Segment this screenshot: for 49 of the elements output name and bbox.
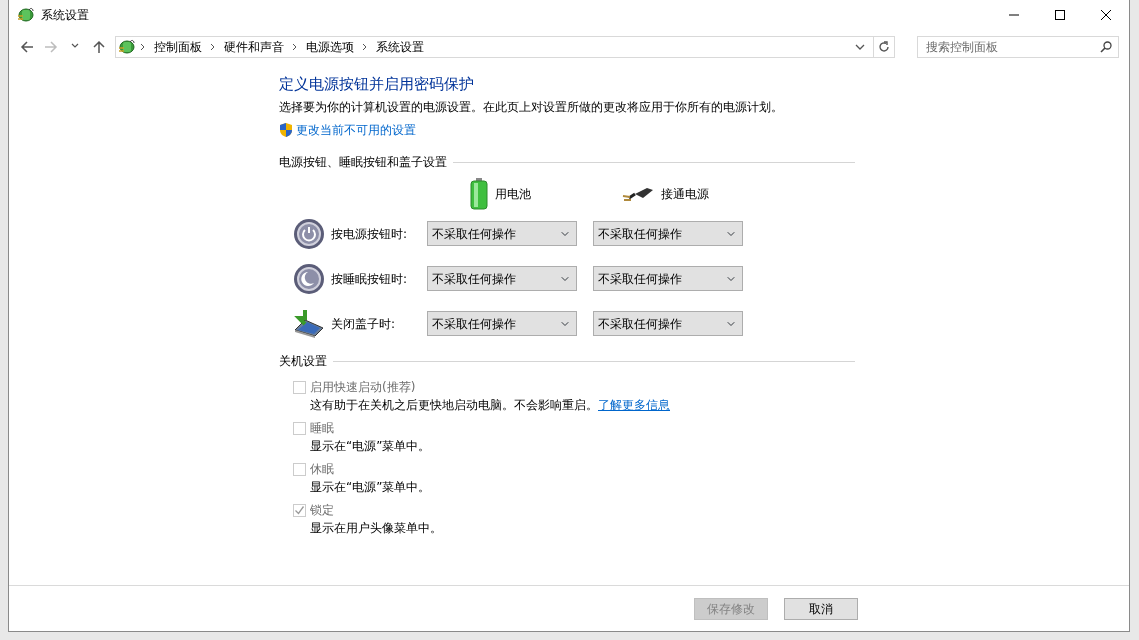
row-label: 按睡眠按钮时:	[331, 270, 408, 288]
shield-icon	[279, 122, 293, 138]
laptop-icon	[293, 307, 325, 340]
app-icon	[17, 6, 35, 24]
action-dropdown[interactable]: 不采取任何操作	[427, 266, 577, 291]
breadcrumb-item[interactable]: 电源选项	[302, 38, 358, 56]
option-description: 这有助于在关机之后更快地启动电脑。不会影响重启。	[310, 398, 598, 412]
column-header: 接通电源	[661, 186, 709, 203]
breadcrumb-item[interactable]: 系统设置	[372, 38, 428, 56]
close-icon[interactable]	[1101, 10, 1111, 20]
app-icon	[118, 38, 136, 56]
back-icon[interactable]	[20, 40, 34, 54]
column-header: 用电池	[495, 186, 531, 203]
description-text: 选择要为你的计算机设置的电源设置。在此页上对设置所做的更改将应用于你所有的电源计划。	[279, 99, 784, 116]
option-description: 显示在用户头像菜单中。	[310, 521, 442, 535]
search-icon	[1100, 41, 1112, 53]
sleep-button-icon	[293, 262, 325, 295]
section-title: 关机设置	[279, 353, 327, 370]
breadcrumb-item[interactable]: 硬件和声音	[220, 38, 288, 56]
dialog-button[interactable]: 取消	[784, 597, 858, 620]
address-bar[interactable]: 控制面板 硬件和声音 电源选项 系统设置	[115, 36, 874, 58]
option-label: 锁定	[310, 502, 334, 519]
admin-link[interactable]: 更改当前不可用的设置	[296, 121, 416, 139]
option-description: 显示在“电源”菜单中。	[310, 439, 431, 453]
option-label: 休眠	[310, 461, 334, 478]
power-button-icon	[293, 217, 325, 250]
up-icon[interactable]	[92, 40, 106, 54]
chevron-right-icon	[292, 43, 298, 51]
action-dropdown[interactable]: 不采取任何操作	[593, 221, 743, 246]
chevron-right-icon	[140, 43, 146, 51]
maximize-icon[interactable]	[1055, 10, 1065, 20]
page-heading: 定义电源按钮并启用密码保护	[279, 74, 475, 95]
action-dropdown[interactable]: 不采取任何操作	[427, 221, 577, 246]
chevron-right-icon	[210, 43, 216, 51]
refresh-icon[interactable]	[878, 41, 890, 53]
option-description: 显示在“电源”菜单中。	[310, 480, 431, 494]
action-dropdown[interactable]: 不采取任何操作	[427, 311, 577, 336]
row-label: 按电源按钮时:	[331, 225, 408, 243]
battery-icon	[469, 178, 489, 210]
search-field[interactable]: 搜索控制面板	[917, 36, 1119, 58]
row-label: 关闭盖子时:	[331, 315, 396, 333]
option-label: 启用快速启动(推荐)	[310, 379, 416, 396]
action-dropdown[interactable]: 不采取任何操作	[593, 311, 743, 336]
section-title: 电源按钮、睡眠按钮和盖子设置	[279, 154, 447, 171]
option-label: 睡眠	[310, 420, 334, 437]
chevron-right-icon	[362, 43, 368, 51]
breadcrumb-item[interactable]: 控制面板	[150, 38, 206, 56]
action-dropdown[interactable]: 不采取任何操作	[593, 266, 743, 291]
window-title: 系统设置	[41, 7, 89, 24]
